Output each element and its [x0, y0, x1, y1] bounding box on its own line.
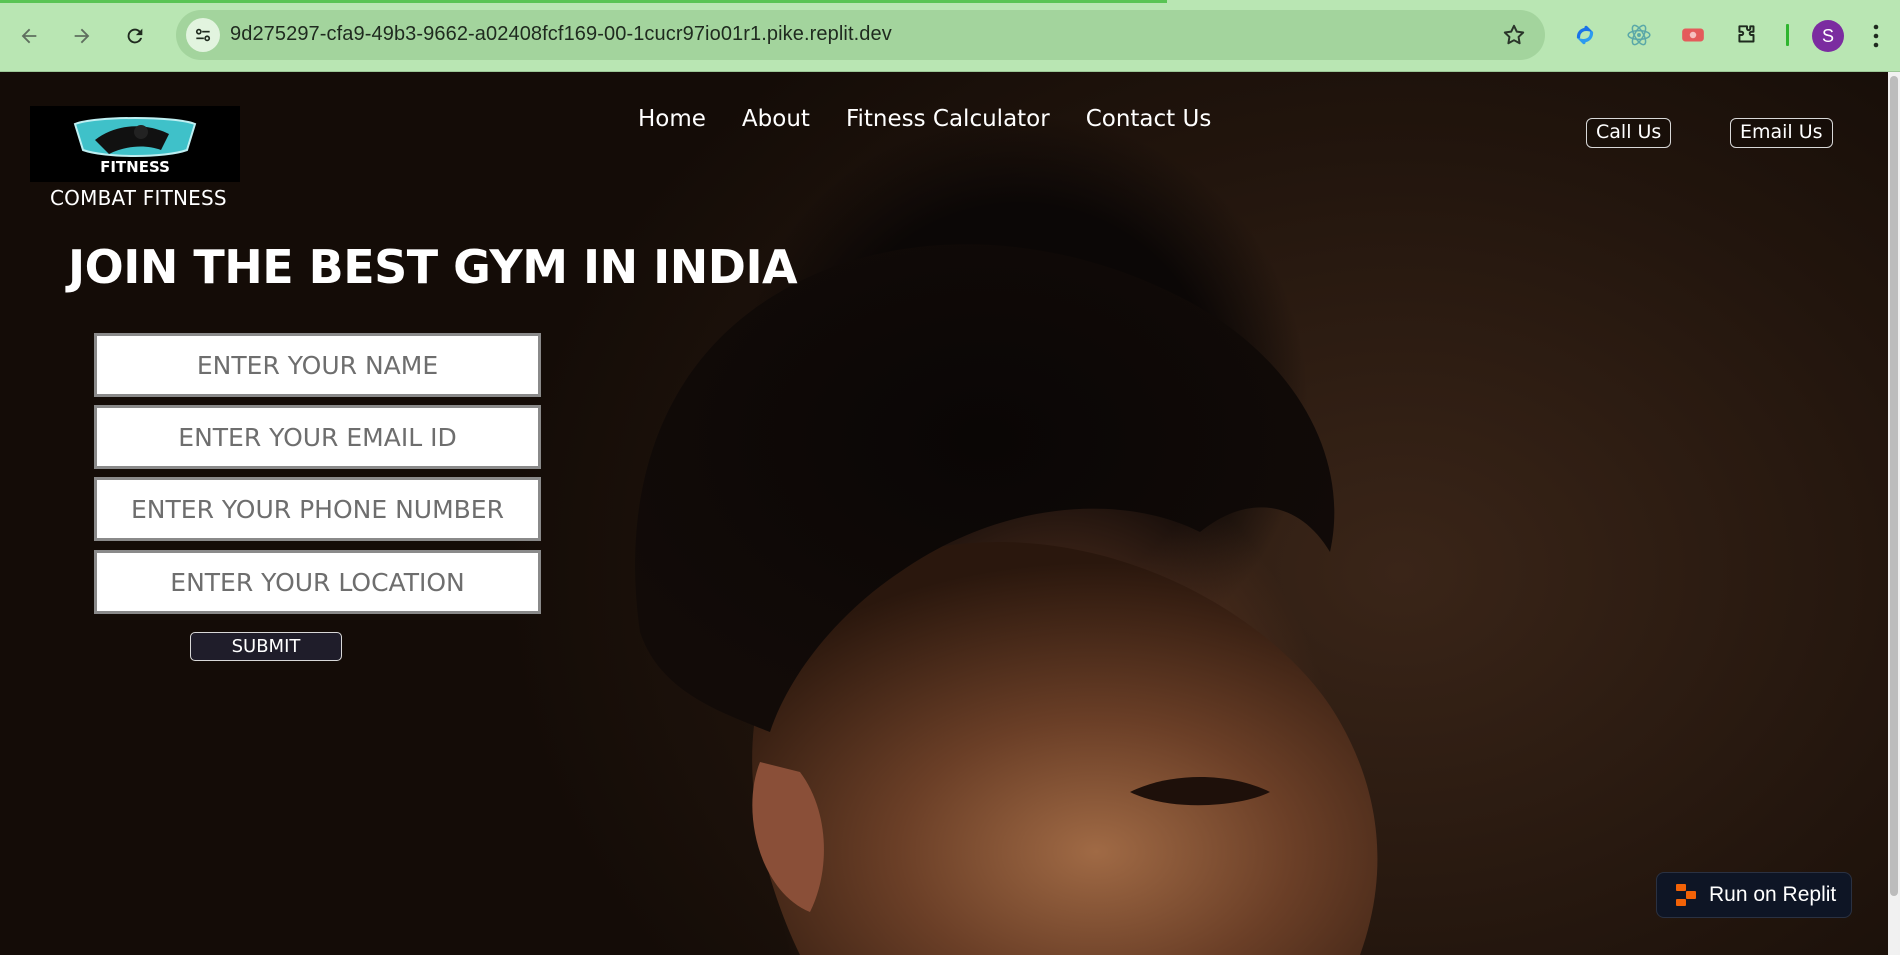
- submit-button[interactable]: SUBMIT: [190, 632, 342, 661]
- url-text[interactable]: 9d275297-cfa9-49b3-9662-a02408fcf169-00-…: [230, 23, 892, 46]
- forward-button[interactable]: [63, 17, 101, 55]
- reload-icon: [127, 28, 143, 44]
- replit-logo-icon: [1676, 884, 1696, 906]
- reload-button[interactable]: [116, 17, 154, 55]
- email-us-button[interactable]: Email Us: [1730, 118, 1833, 148]
- scrollbar-thumb[interactable]: [1890, 76, 1898, 896]
- site-info-button[interactable]: [186, 18, 220, 52]
- location-field-wrapper: [94, 550, 541, 614]
- more-menu-icon[interactable]: [1868, 22, 1884, 50]
- extension-react-button[interactable]: [1624, 20, 1654, 50]
- nav-link-contact-us[interactable]: Contact Us: [1086, 106, 1212, 132]
- nav-link-about[interactable]: About: [742, 106, 810, 132]
- nav-link-home[interactable]: Home: [638, 106, 706, 132]
- toolbar-divider: [1786, 24, 1789, 46]
- page-load-progress: [0, 0, 1167, 3]
- call-us-button[interactable]: Call Us: [1586, 118, 1672, 148]
- nav-link-fitness-calculator[interactable]: Fitness Calculator: [846, 106, 1050, 132]
- phone-field-wrapper: [94, 477, 541, 541]
- run-on-replit-badge[interactable]: Run on Replit: [1656, 872, 1852, 918]
- address-bar[interactable]: 9d275297-cfa9-49b3-9662-a02408fcf169-00-…: [176, 10, 1545, 60]
- phone-input[interactable]: [97, 480, 538, 538]
- hero-headline: JOIN THE BEST GYM IN INDIA: [68, 240, 798, 294]
- site-info-icon: [195, 28, 211, 42]
- fighter-logo-icon: FITNESS: [73, 117, 197, 176]
- browser-toolbar: 9d275297-cfa9-49b3-9662-a02408fcf169-00-…: [0, 0, 1900, 72]
- extension-react-icon: [1627, 24, 1651, 46]
- forward-arrow-icon: [74, 28, 90, 44]
- back-button[interactable]: [10, 17, 48, 55]
- extension-sync-icon: [1576, 25, 1594, 45]
- extension-video-icon: [1682, 28, 1704, 42]
- email-field-wrapper: [94, 405, 541, 469]
- profile-avatar[interactable]: S: [1812, 20, 1844, 52]
- email-input[interactable]: [97, 408, 538, 466]
- page-scrollbar[interactable]: [1888, 72, 1900, 955]
- site-logo[interactable]: FITNESS: [30, 106, 240, 182]
- bookmark-star-icon[interactable]: [1501, 22, 1527, 48]
- logo-text: FITNESS: [100, 158, 170, 176]
- main-nav: Home About Fitness Calculator Contact Us: [638, 106, 1247, 132]
- extension-video-button[interactable]: [1678, 20, 1708, 50]
- location-input[interactable]: [97, 553, 538, 611]
- name-field-wrapper: [94, 333, 541, 397]
- replit-badge-label: Run on Replit: [1709, 883, 1837, 906]
- extensions-button[interactable]: [1732, 20, 1762, 50]
- name-input[interactable]: [97, 336, 538, 394]
- extension-sync-button[interactable]: [1570, 20, 1600, 50]
- extensions-puzzle-icon: [1738, 25, 1755, 43]
- web-page: FITNESS COMBAT FITNESS Home About Fitnes…: [0, 72, 1888, 955]
- brand-name: COMBAT FITNESS: [50, 186, 227, 210]
- back-arrow-icon: [21, 28, 37, 44]
